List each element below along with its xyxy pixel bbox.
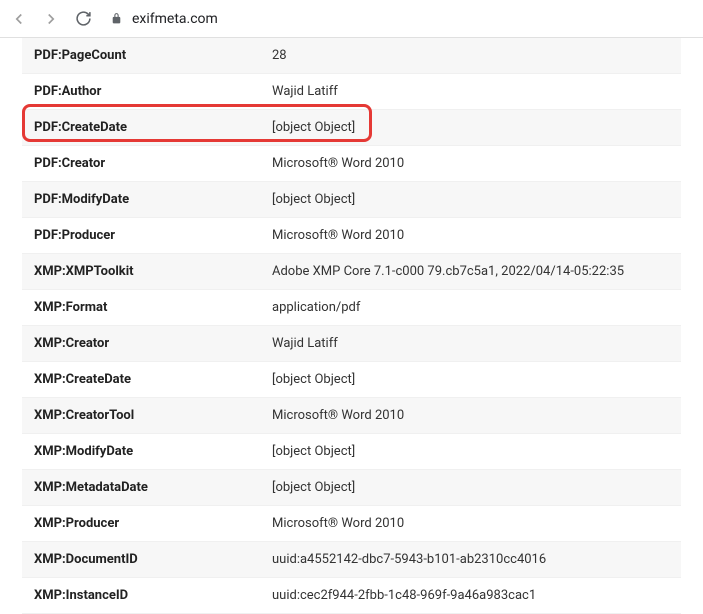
metadata-key: XMP:Format: [22, 300, 242, 315]
metadata-key: XMP:Creator: [22, 336, 242, 351]
metadata-key: XMP:MetadataDate: [22, 480, 242, 495]
table-row: XMP:CreatorToolMicrosoft® Word 2010: [22, 398, 681, 434]
metadata-value: [object Object]: [242, 192, 681, 207]
table-row: PDF:CreateDate[object Object]: [22, 110, 681, 146]
metadata-value: uuid:a4552142-dbc7-5943-b101-ab2310cc401…: [242, 552, 681, 567]
table-row: XMP:InstanceIDuuid:cec2f944-2fbb-1c48-96…: [22, 578, 681, 614]
browser-toolbar: exifmeta.com: [0, 0, 703, 38]
metadata-table: PDF:PageCount28PDF:AuthorWajid LatiffPDF…: [0, 38, 703, 614]
table-row: PDF:CreatorMicrosoft® Word 2010: [22, 146, 681, 182]
forward-icon[interactable]: [42, 10, 60, 28]
table-row: XMP:Formatapplication/pdf: [22, 290, 681, 326]
metadata-key: PDF:CreateDate: [22, 120, 242, 135]
url-text: exifmeta.com: [132, 11, 218, 27]
metadata-key: XMP:CreateDate: [22, 372, 242, 387]
reload-icon[interactable]: [74, 10, 92, 28]
metadata-value: application/pdf: [242, 300, 681, 315]
metadata-key: PDF:Author: [22, 84, 242, 99]
table-row: PDF:PageCount28: [22, 38, 681, 74]
nav-icons: [10, 10, 92, 28]
metadata-key: PDF:Creator: [22, 156, 242, 171]
metadata-key: XMP:CreatorTool: [22, 408, 242, 423]
table-row: PDF:ProducerMicrosoft® Word 2010: [22, 218, 681, 254]
metadata-key: XMP:InstanceID: [22, 588, 242, 603]
metadata-key: PDF:ModifyDate: [22, 192, 242, 207]
metadata-key: PDF:Producer: [22, 228, 242, 243]
table-row: XMP:MetadataDate[object Object]: [22, 470, 681, 506]
back-icon[interactable]: [10, 10, 28, 28]
table-row: XMP:ModifyDate[object Object]: [22, 434, 681, 470]
metadata-value: [object Object]: [242, 120, 681, 135]
metadata-value: Adobe XMP Core 7.1-c000 79.cb7c5a1, 2022…: [242, 264, 681, 279]
metadata-value: Microsoft® Word 2010: [242, 408, 681, 423]
metadata-key: XMP:DocumentID: [22, 552, 242, 567]
table-row: XMP:CreateDate[object Object]: [22, 362, 681, 398]
metadata-value: Wajid Latiff: [242, 336, 681, 351]
lock-icon: [110, 12, 124, 26]
address-bar[interactable]: exifmeta.com: [104, 11, 218, 27]
metadata-key: XMP:ModifyDate: [22, 444, 242, 459]
metadata-value: uuid:cec2f944-2fbb-1c48-969f-9a46a983cac…: [242, 588, 681, 603]
metadata-value: [object Object]: [242, 480, 681, 495]
metadata-key: XMP:Producer: [22, 516, 242, 531]
table-row: XMP:CreatorWajid Latiff: [22, 326, 681, 362]
table-row: PDF:ModifyDate[object Object]: [22, 182, 681, 218]
table-row: XMP:XMPToolkitAdobe XMP Core 7.1-c000 79…: [22, 254, 681, 290]
metadata-value: Microsoft® Word 2010: [242, 228, 681, 243]
metadata-value: Microsoft® Word 2010: [242, 516, 681, 531]
metadata-key: PDF:PageCount: [22, 48, 242, 63]
metadata-value: Microsoft® Word 2010: [242, 156, 681, 171]
table-row: PDF:AuthorWajid Latiff: [22, 74, 681, 110]
metadata-value: Wajid Latiff: [242, 84, 681, 99]
table-row: XMP:ProducerMicrosoft® Word 2010: [22, 506, 681, 542]
table-row: XMP:DocumentIDuuid:a4552142-dbc7-5943-b1…: [22, 542, 681, 578]
metadata-value: [object Object]: [242, 372, 681, 387]
metadata-key: XMP:XMPToolkit: [22, 264, 242, 279]
metadata-value: 28: [242, 48, 681, 63]
metadata-value: [object Object]: [242, 444, 681, 459]
